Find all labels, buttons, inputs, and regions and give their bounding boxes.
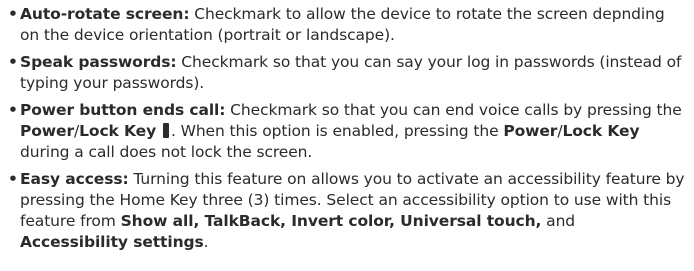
item-term: Auto-rotate screen: <box>20 5 190 23</box>
list-item-power-button-ends-call: • Power button ends call: Checkmark so t… <box>8 100 686 163</box>
settings-bullet-list: • Auto-rotate screen: Checkmark to allow… <box>8 4 686 253</box>
list-item-auto-rotate: • Auto-rotate screen: Checkmark to allow… <box>8 4 686 46</box>
document-page: • Auto-rotate screen: Checkmark to allow… <box>0 0 694 271</box>
item-description: Checkmark so that you can end voice call… <box>225 101 682 119</box>
list-item-easy-access: • Easy access: Turning this feature on a… <box>8 169 686 253</box>
item-description: and <box>541 212 576 230</box>
key-name: Power <box>503 122 558 140</box>
item-description: . When this option is enabled, pressing … <box>170 122 504 140</box>
key-name: Power <box>20 122 74 140</box>
option-last: Accessibility settings <box>20 233 204 251</box>
item-term: Speak passwords: <box>20 53 177 71</box>
power-lock-key-icon <box>162 123 169 138</box>
key-name: Lock Key <box>562 122 640 140</box>
option-list: Show all, TalkBack, Invert color, Univer… <box>120 212 542 230</box>
item-description: . <box>203 233 209 251</box>
bullet-icon: • <box>8 5 18 23</box>
item-description: during a call does not lock the screen. <box>20 143 313 161</box>
bullet-icon: • <box>8 170 18 188</box>
list-item-speak-passwords: • Speak passwords: Checkmark so that you… <box>8 52 686 94</box>
bullet-icon: • <box>8 53 18 71</box>
key-name: Lock Key <box>79 122 157 140</box>
item-term: Power button ends call: <box>20 101 226 119</box>
item-term: Easy access: <box>20 170 129 188</box>
bullet-icon: • <box>8 101 18 119</box>
